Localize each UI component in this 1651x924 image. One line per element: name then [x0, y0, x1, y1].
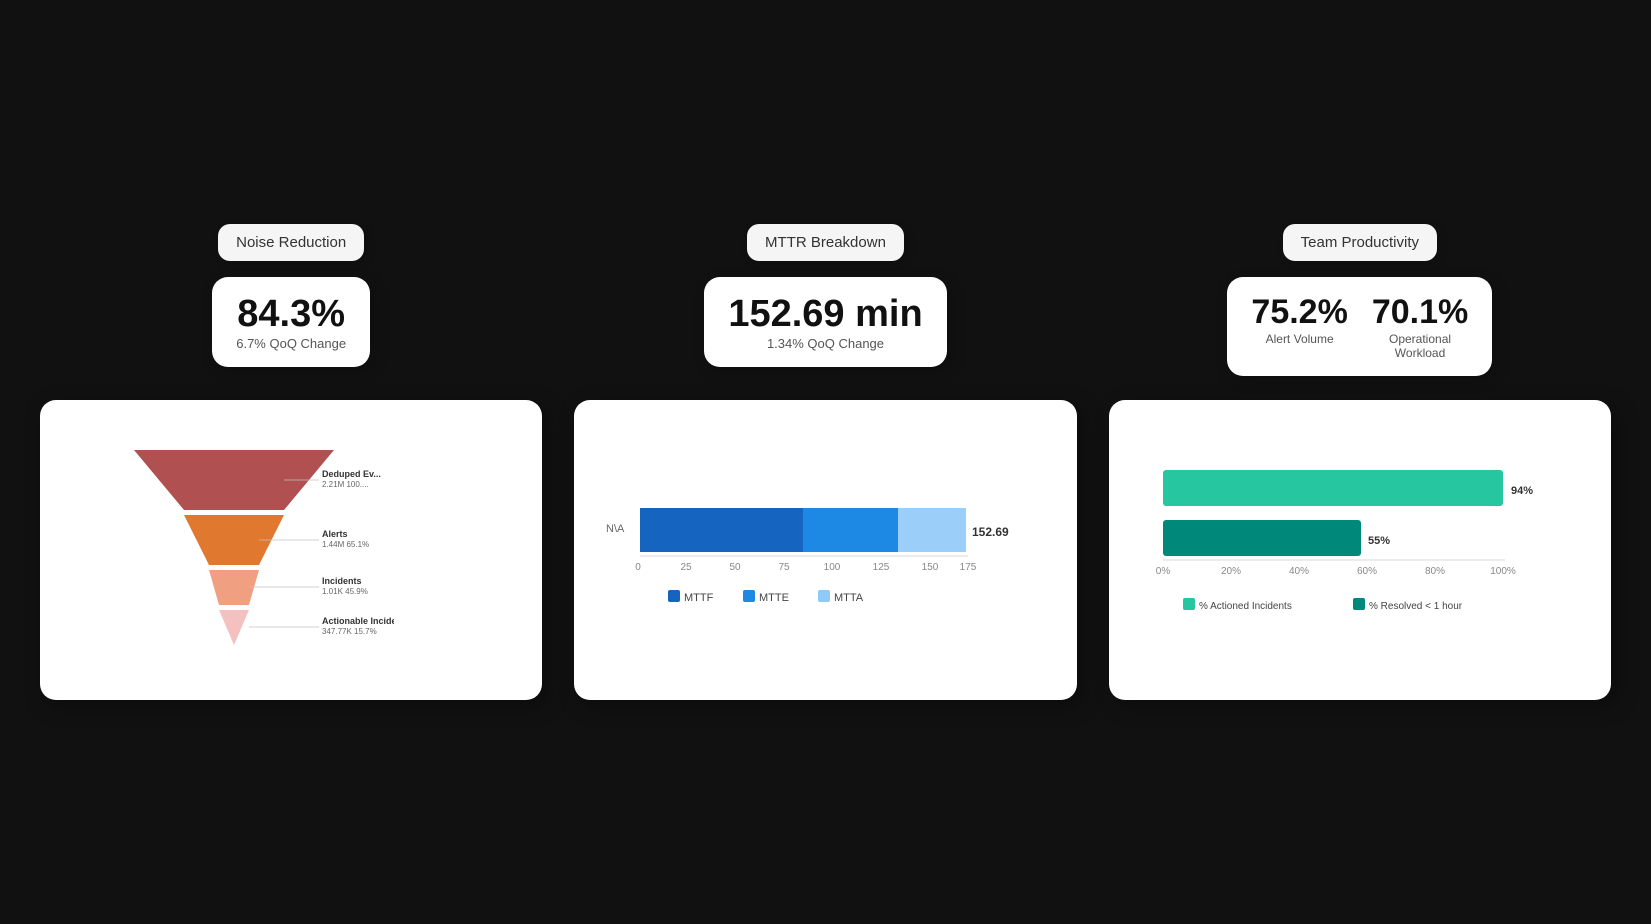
alert-volume-label: Alert Volume [1266, 332, 1334, 346]
svg-text:MTTF: MTTF [684, 592, 714, 604]
svg-text:Alerts: Alerts [322, 529, 348, 539]
svg-text:94%: 94% [1511, 485, 1533, 497]
operational-workload-label: Operational Workload [1380, 332, 1460, 360]
svg-text:60%: 60% [1357, 566, 1377, 577]
svg-text:75: 75 [779, 562, 791, 573]
operational-workload-item: 70.1% Operational Workload [1372, 293, 1468, 360]
svg-text:2.21M 100....: 2.21M 100.... [322, 480, 369, 489]
bar-chart-area: N\A 152.69 0 25 50 75 100 125 150 175 [598, 420, 1052, 680]
svg-text:152.69: 152.69 [972, 525, 1009, 539]
operational-workload-value: 70.1% [1372, 293, 1468, 332]
hbar-chart: 94% 55% 0% 20% 40% 60% 80% 100% % Action… [1133, 420, 1587, 680]
svg-text:175: 175 [960, 562, 977, 573]
svg-text:N\A: N\A [606, 523, 625, 535]
svg-text:1.44M 65.1%: 1.44M 65.1% [322, 540, 369, 549]
svg-text:% Actioned Incidents: % Actioned Incidents [1199, 601, 1292, 612]
svg-text:Incidents: Incidents [322, 576, 362, 586]
team-productivity-dual: 75.2% Alert Volume 70.1% Operational Wor… [1251, 293, 1468, 360]
mttr-value: 152.69 min [728, 293, 922, 336]
noise-reduction-change: 6.7% QoQ Change [236, 336, 346, 351]
mttr-chart-card: N\A 152.69 0 25 50 75 100 125 150 175 [574, 400, 1076, 700]
mttr-svg: N\A 152.69 0 25 50 75 100 125 150 175 [598, 460, 1018, 640]
team-productivity-label-box: Team Productivity [1283, 224, 1437, 261]
svg-text:55%: 55% [1368, 535, 1390, 547]
alert-volume-value: 75.2% [1251, 293, 1347, 332]
dashboard: Noise Reduction 84.3% 6.7% QoQ Change MT… [0, 184, 1651, 740]
svg-text:1.01K 45.9%: 1.01K 45.9% [322, 587, 368, 596]
svg-text:0: 0 [636, 562, 642, 573]
noise-reduction-value-box: 84.3% 6.7% QoQ Change [212, 277, 370, 367]
svg-text:Actionable Incidents: Actionable Incidents [322, 616, 394, 626]
svg-text:150: 150 [922, 562, 939, 573]
alert-volume-item: 75.2% Alert Volume [1251, 293, 1347, 360]
svg-text:125: 125 [873, 562, 890, 573]
funnel-container: Deduped Ev... 2.21M 100.... Alerts 1.44M… [64, 420, 518, 680]
mttr-title: MTTR Breakdown [765, 234, 886, 251]
noise-reduction-cell: Noise Reduction 84.3% 6.7% QoQ Change [40, 224, 542, 376]
productivity-svg: 94% 55% 0% 20% 40% 60% 80% 100% % Action… [1133, 450, 1553, 650]
team-productivity-value-box: 75.2% Alert Volume 70.1% Operational Wor… [1227, 277, 1492, 376]
team-productivity-title: Team Productivity [1301, 234, 1419, 251]
svg-text:% Resolved < 1 hour: % Resolved < 1 hour [1369, 601, 1463, 612]
svg-text:20%: 20% [1221, 566, 1241, 577]
noise-reduction-label-box: Noise Reduction [218, 224, 364, 261]
svg-text:MTTE: MTTE [759, 592, 789, 604]
mttr-change: 1.34% QoQ Change [728, 336, 922, 351]
svg-text:80%: 80% [1425, 566, 1445, 577]
funnel-svg: Deduped Ev... 2.21M 100.... Alerts 1.44M… [74, 430, 394, 670]
mttr-value-box: 152.69 min 1.34% QoQ Change [704, 277, 946, 367]
svg-text:25: 25 [681, 562, 693, 573]
mttr-label-box: MTTR Breakdown [747, 224, 904, 261]
svg-text:Deduped Ev...: Deduped Ev... [322, 469, 381, 479]
svg-text:100%: 100% [1490, 566, 1516, 577]
team-productivity-cell: Team Productivity 75.2% Alert Volume 70.… [1109, 224, 1611, 376]
svg-text:50: 50 [730, 562, 742, 573]
mttr-cell: MTTR Breakdown 152.69 min 1.34% QoQ Chan… [574, 224, 1076, 376]
noise-reduction-title: Noise Reduction [236, 234, 346, 251]
svg-text:MTTA: MTTA [834, 592, 864, 604]
funnel-chart-card: Deduped Ev... 2.21M 100.... Alerts 1.44M… [40, 400, 542, 700]
svg-text:347.77K 15.7%: 347.77K 15.7% [322, 627, 377, 636]
svg-text:100: 100 [824, 562, 841, 573]
productivity-chart-card: 94% 55% 0% 20% 40% 60% 80% 100% % Action… [1109, 400, 1611, 700]
svg-text:40%: 40% [1289, 566, 1309, 577]
noise-reduction-value: 84.3% [236, 293, 346, 336]
svg-text:0%: 0% [1155, 566, 1170, 577]
